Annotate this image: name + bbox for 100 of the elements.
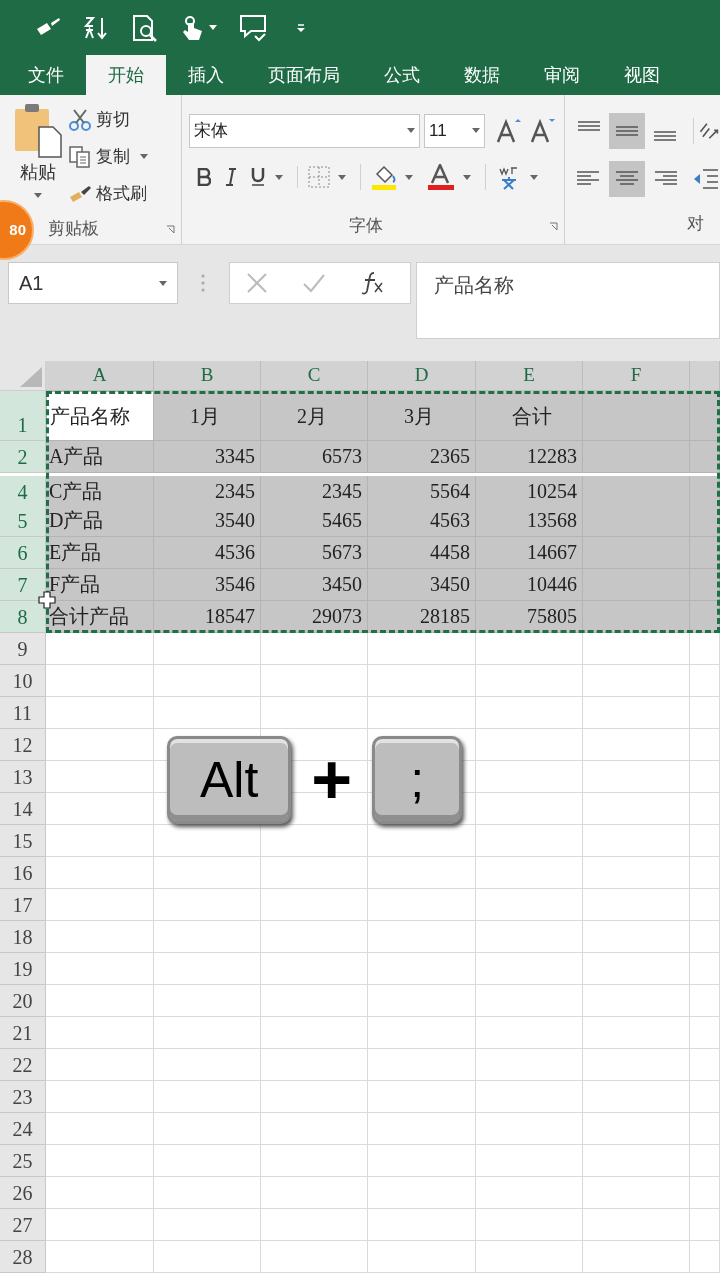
table-cell: 3345 — [154, 441, 261, 473]
keyboard-key: ; — [372, 736, 463, 824]
row-header[interactable]: 28 — [0, 1241, 46, 1273]
row-header[interactable]: 26 — [0, 1177, 46, 1209]
middle-align-icon[interactable] — [609, 113, 645, 149]
name-box[interactable]: A1 — [8, 262, 178, 304]
phonetic-guide-icon[interactable] — [498, 164, 520, 190]
column-header[interactable]: B — [154, 361, 261, 391]
column-header[interactable]: C — [261, 361, 368, 391]
row-header[interactable]: 19 — [0, 953, 46, 985]
dialog-launcher-icon[interactable] — [166, 224, 175, 234]
insert-function-icon[interactable] — [360, 271, 384, 295]
caret-icon[interactable] — [159, 280, 167, 286]
cut-button[interactable]: 剪切 — [68, 105, 148, 134]
row-header[interactable]: 27 — [0, 1209, 46, 1241]
sort-icon[interactable] — [83, 14, 109, 41]
formula-bar[interactable]: 产品名称 — [416, 262, 720, 339]
row-header[interactable]: 4 — [0, 476, 46, 505]
caret-icon — [140, 154, 148, 159]
font-name-field[interactable]: 宋体 — [189, 113, 420, 148]
column-header[interactable]: E — [476, 361, 583, 391]
copy-button[interactable]: 复制 — [68, 142, 148, 171]
table-cell: 28185 — [368, 601, 476, 633]
group-label: 剪贴板 — [48, 218, 99, 241]
row-header[interactable]: 1 — [0, 391, 46, 441]
row-header[interactable]: 2 — [0, 441, 46, 473]
more-options-icon — [201, 274, 205, 292]
row-header[interactable]: 11 — [0, 697, 46, 729]
decrease-font-size-icon[interactable] — [529, 117, 555, 144]
row-header[interactable]: 21 — [0, 1017, 46, 1049]
table-cell: 合计产品 — [46, 601, 154, 633]
ribbon-tab[interactable]: 页面布局 — [246, 55, 362, 95]
underline-icon[interactable] — [251, 167, 265, 187]
table-cell: 3540 — [154, 505, 261, 537]
row-header[interactable]: 25 — [0, 1145, 46, 1177]
caret-icon[interactable] — [405, 174, 413, 180]
caret-icon[interactable] — [407, 128, 415, 133]
font-size-field[interactable]: 11 — [424, 113, 485, 148]
table-cell: 4563 — [368, 505, 476, 537]
table-cell: 10254 — [476, 476, 583, 505]
row-header[interactable]: 23 — [0, 1081, 46, 1113]
table-cell: 75805 — [476, 601, 583, 633]
caret-icon[interactable] — [463, 174, 471, 180]
row-header[interactable]: 5 — [0, 505, 46, 537]
print-preview-icon[interactable] — [131, 13, 159, 42]
ribbon-tab[interactable]: 审阅 — [522, 55, 602, 95]
font-color-icon[interactable] — [427, 164, 455, 190]
ribbon-tab[interactable]: 数据 — [442, 55, 522, 95]
column-header[interactable]: D — [368, 361, 476, 391]
row-header[interactable]: 13 — [0, 761, 46, 793]
paste-button[interactable]: 粘贴 — [8, 95, 68, 198]
table-cell: 2365 — [368, 441, 476, 473]
row-header[interactable]: 7 — [0, 569, 46, 601]
format-painter-button[interactable]: 格式刷 — [68, 179, 148, 208]
fill-color-icon[interactable] — [371, 164, 397, 190]
decrease-indent-icon[interactable] — [693, 167, 719, 191]
increase-font-size-icon[interactable] — [495, 117, 521, 144]
table-cell: 3450 — [368, 569, 476, 601]
table-cell: 29073 — [261, 601, 368, 633]
ribbon-tab[interactable]: 开始 — [86, 55, 166, 95]
column-header[interactable]: A — [46, 361, 154, 391]
table-cell: 18547 — [154, 601, 261, 633]
italic-icon[interactable] — [225, 168, 237, 186]
row-header[interactable]: 12 — [0, 729, 46, 761]
row-header[interactable]: 9 — [0, 633, 46, 665]
group-label: 对 — [687, 213, 704, 236]
row-header[interactable]: 17 — [0, 889, 46, 921]
row-header[interactable]: 8 — [0, 601, 46, 633]
table-cell: 10446 — [476, 569, 583, 601]
caret-icon[interactable] — [275, 174, 283, 180]
bold-icon[interactable] — [197, 168, 211, 186]
column-header[interactable]: F — [583, 361, 690, 391]
ribbon-tab[interactable]: 视图 — [602, 55, 682, 95]
table-cell: 2345 — [261, 476, 368, 505]
caret-icon[interactable] — [472, 128, 480, 133]
caret-icon[interactable] — [530, 174, 538, 180]
row-header[interactable]: 20 — [0, 985, 46, 1017]
ribbon-tab[interactable]: 插入 — [166, 55, 246, 95]
row-header[interactable]: 10 — [0, 665, 46, 697]
table-cell: 2345 — [154, 476, 261, 505]
comment-icon[interactable] — [239, 13, 267, 42]
row-header[interactable]: 24 — [0, 1113, 46, 1145]
table-cell: D产品 — [46, 505, 154, 537]
row-header[interactable]: 16 — [0, 857, 46, 889]
row-header[interactable]: 22 — [0, 1049, 46, 1081]
touch-mode-icon[interactable] — [181, 14, 203, 41]
row-header[interactable]: 15 — [0, 825, 46, 857]
caret-icon[interactable] — [209, 25, 217, 30]
ribbon-tab[interactable]: 公式 — [362, 55, 442, 95]
align-center-icon[interactable] — [609, 161, 645, 197]
customize-toolbar-icon[interactable] — [297, 22, 305, 33]
caret-icon[interactable] — [338, 174, 346, 180]
ribbon-tab[interactable]: 文件 — [6, 55, 86, 95]
dialog-launcher-icon[interactable] — [549, 221, 558, 231]
row-header[interactable]: 18 — [0, 921, 46, 953]
row-header[interactable]: 6 — [0, 537, 46, 569]
table-cell: 合计 — [476, 391, 583, 441]
row-header[interactable]: 14 — [0, 793, 46, 825]
text-orientation-icon[interactable] — [693, 118, 719, 144]
table-cell: 5564 — [368, 476, 476, 505]
